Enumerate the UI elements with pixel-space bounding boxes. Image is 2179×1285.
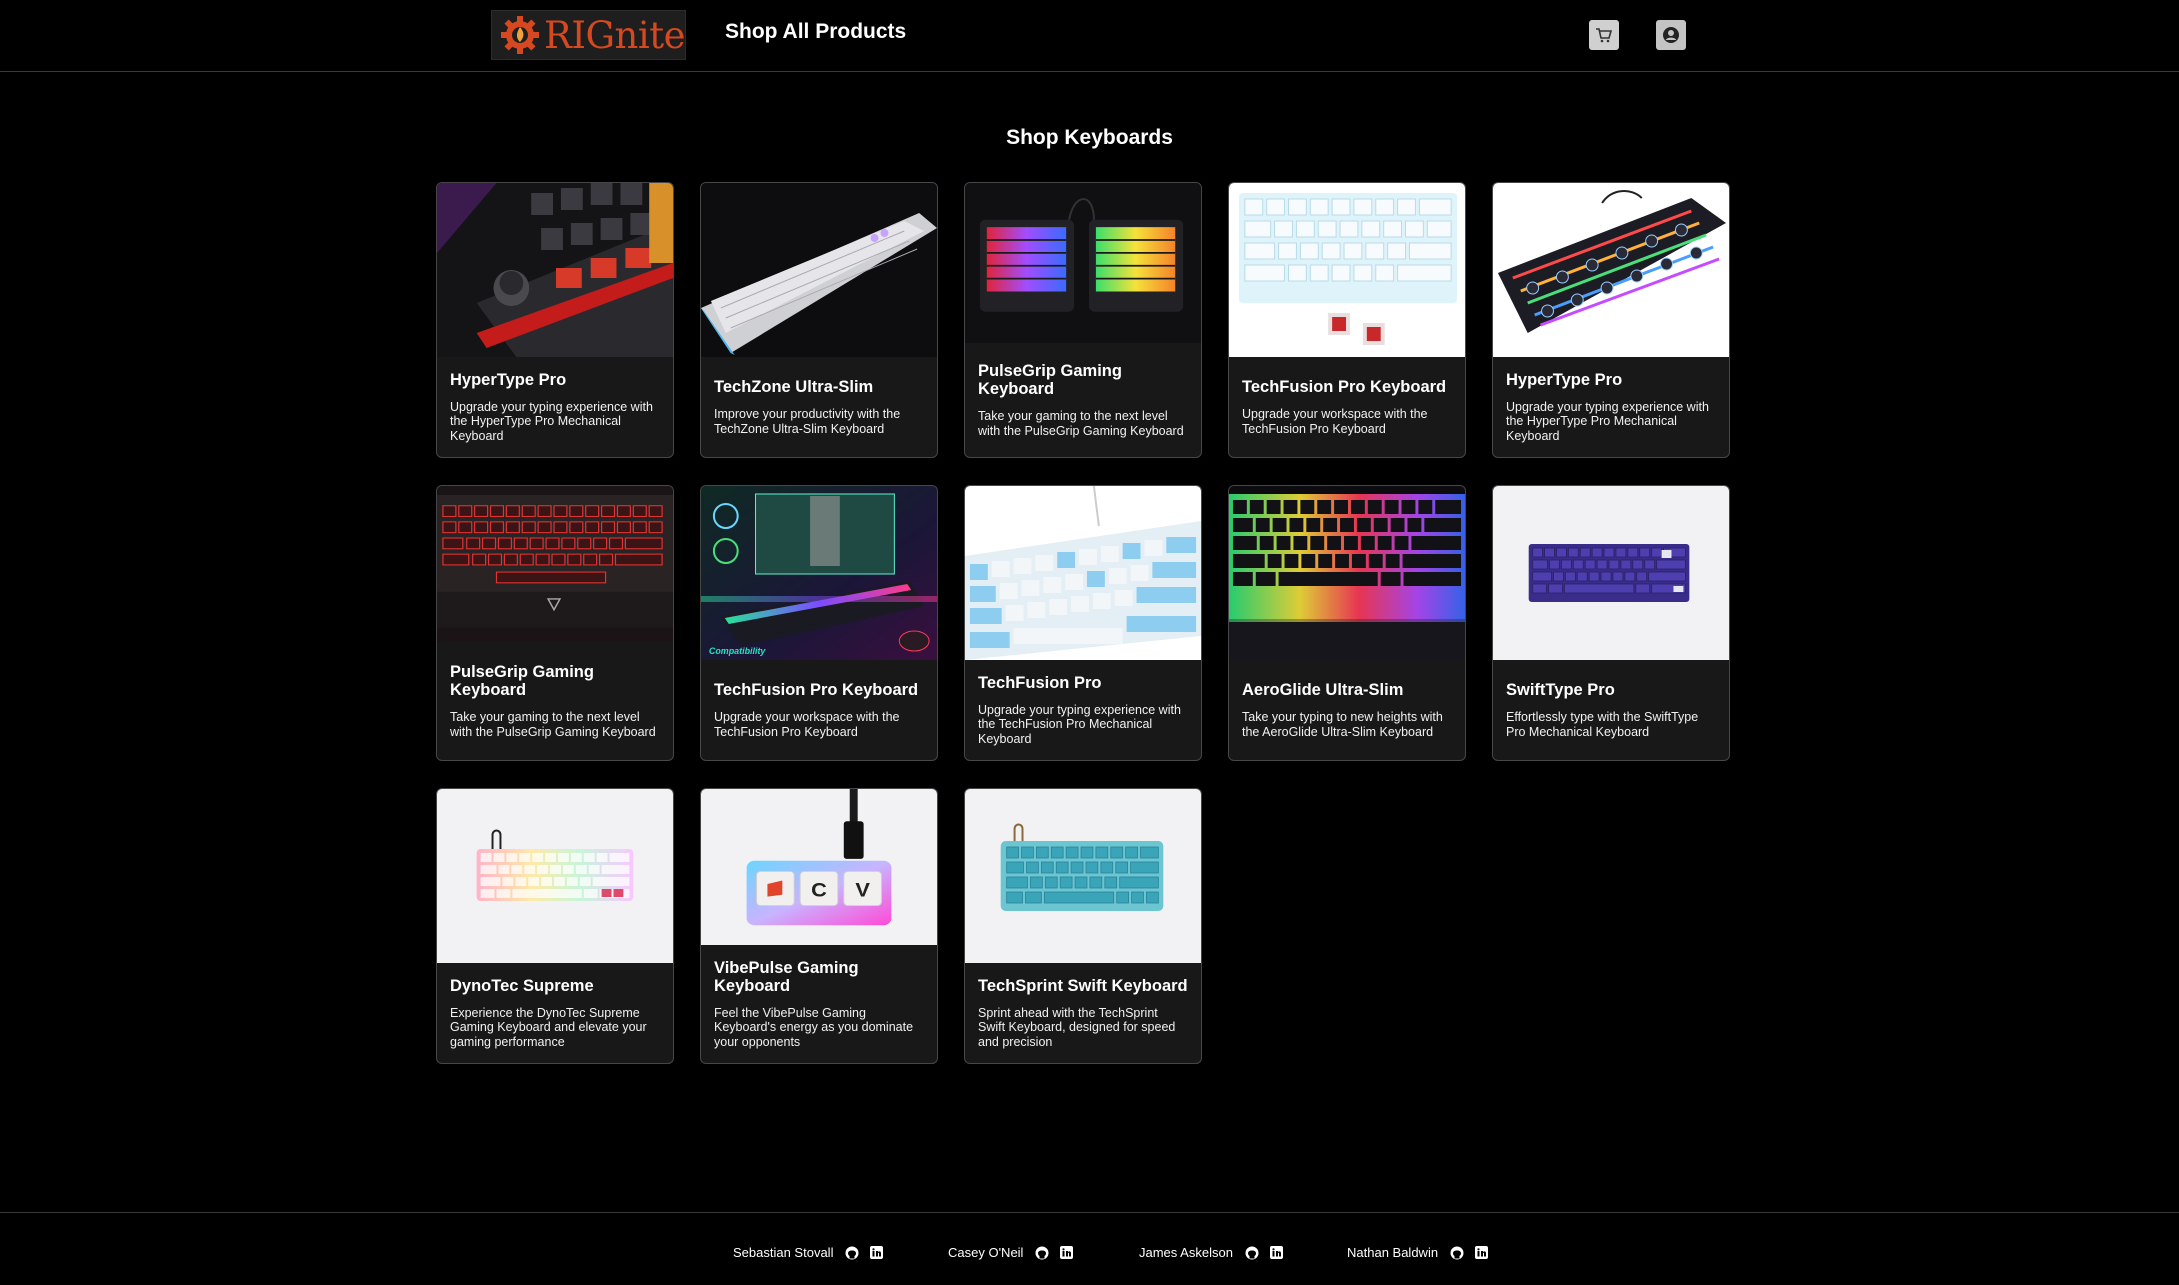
product-image: C V — [701, 789, 937, 945]
footer-author: James Askelson — [1139, 1245, 1295, 1260]
github-icon[interactable] — [1450, 1246, 1464, 1260]
cart-button[interactable] — [1589, 20, 1619, 50]
footer-author: Casey O'Neil — [948, 1245, 1085, 1260]
page: RIGnite Shop All Products Shop Keyboards — [0, 0, 2179, 1285]
shop-all-products-link[interactable]: Shop All Products — [725, 20, 906, 44]
card-body: DynoTec Supreme Experience the DynoTec S… — [437, 963, 673, 1063]
product-title: AeroGlide Ultra-Slim — [1242, 681, 1404, 699]
site-logo[interactable]: RIGnite — [491, 10, 686, 60]
product-description: Take your typing to new heights with the… — [1242, 710, 1443, 739]
github-icon[interactable] — [1245, 1246, 1259, 1260]
product-card[interactable]: TechSprint Swift Keyboard Sprint ahead w… — [964, 788, 1202, 1064]
product-title: PulseGrip Gaming Keyboard — [450, 663, 594, 699]
product-card[interactable]: Compatibility TechFusion Pro Keyboard Up… — [700, 485, 938, 761]
author-name: Nathan Baldwin — [1347, 1245, 1439, 1260]
card-body: PulseGrip Gaming Keyboard Take your gami… — [437, 642, 673, 760]
product-card[interactable]: TechFusion Pro Upgrade your typing exper… — [964, 485, 1202, 761]
product-card[interactable]: AeroGlide Ultra-Slim Take your typing to… — [1228, 485, 1466, 761]
product-image — [701, 183, 937, 357]
product-description: Improve your productivity with the TechZ… — [714, 407, 901, 436]
card-body: TechFusion Pro Keyboard Upgrade your wor… — [1229, 357, 1465, 457]
gear-flame-icon — [501, 16, 539, 54]
product-card[interactable]: HyperType Pro Upgrade your typing experi… — [436, 182, 674, 458]
product-description: Upgrade your workspace with the TechFusi… — [1242, 407, 1428, 436]
product-image — [437, 789, 673, 963]
site-footer: Sebastian Stovall Casey O'Neil James Ask… — [0, 1212, 2179, 1285]
product-description: Upgrade your typing experience with the … — [978, 702, 1181, 746]
svg-text:C: C — [811, 880, 827, 902]
cart-icon — [1596, 28, 1613, 43]
account-button[interactable] — [1656, 20, 1686, 50]
product-description: Take your gaming to the next level with … — [978, 409, 1184, 438]
product-image — [965, 183, 1201, 343]
linkedin-icon[interactable] — [1269, 1245, 1284, 1260]
product-title: TechSprint Swift Keyboard — [978, 976, 1188, 995]
product-title: TechFusion Pro Keyboard — [714, 681, 919, 699]
product-card[interactable]: TechZone Ultra-Slim Improve your product… — [700, 182, 938, 458]
product-card[interactable]: SwiftType Pro Effortlessly type with the… — [1492, 485, 1730, 761]
linkedin-icon[interactable] — [870, 1245, 884, 1260]
github-icon[interactable] — [845, 1246, 859, 1260]
author-name: Sebastian Stovall — [733, 1245, 834, 1260]
linkedin-icon[interactable] — [1060, 1245, 1074, 1260]
author-name: James Askelson — [1139, 1245, 1233, 1260]
section-title: Shop Keyboards — [1006, 126, 1173, 149]
product-description: Effortlessly type with the SwiftType Pro… — [1506, 710, 1699, 739]
linkedin-icon[interactable] — [1475, 1245, 1489, 1260]
product-title: TechFusion Pro — [978, 673, 1102, 692]
product-title: PulseGrip Gaming Keyboard — [978, 362, 1122, 398]
product-title: SwiftType Pro — [1506, 681, 1615, 699]
product-title: HyperType Pro — [450, 370, 567, 389]
product-title: DynoTec Supreme — [450, 976, 594, 995]
author-name: Casey O'Neil — [948, 1245, 1024, 1260]
svg-text:V: V — [855, 880, 870, 902]
logo-text: RIGnite — [544, 13, 685, 57]
product-card[interactable]: PulseGrip Gaming Keyboard Take your gami… — [436, 485, 674, 761]
svg-text:Compatibility: Compatibility — [709, 646, 766, 656]
github-icon[interactable] — [1035, 1246, 1049, 1260]
card-body: SwiftType Pro Effortlessly type with the… — [1493, 660, 1729, 760]
product-image: Compatibility — [701, 486, 937, 660]
product-description: Upgrade your typing experience with the … — [450, 399, 653, 443]
card-body: HyperType Pro Upgrade your typing experi… — [1493, 357, 1729, 457]
product-description: Upgrade your workspace with the TechFusi… — [714, 710, 900, 739]
user-circle-icon — [1663, 27, 1679, 43]
product-title: TechZone Ultra-Slim — [714, 378, 874, 396]
product-title: VibePulse Gaming Keyboard — [714, 958, 859, 995]
product-card[interactable]: HyperType Pro Upgrade your typing experi… — [1492, 182, 1730, 458]
product-title: TechFusion Pro Keyboard — [1242, 378, 1447, 396]
product-title: HyperType Pro — [1506, 370, 1623, 389]
product-image — [1493, 486, 1729, 660]
product-image — [965, 789, 1201, 963]
product-description: Take your gaming to the next level with … — [450, 710, 656, 739]
product-card[interactable]: TechFusion Pro Keyboard Upgrade your wor… — [1228, 182, 1466, 458]
product-image — [437, 183, 673, 357]
product-image — [965, 486, 1201, 660]
card-body: TechSprint Swift Keyboard Sprint ahead w… — [965, 963, 1201, 1063]
card-body: TechFusion Pro Upgrade your typing exper… — [965, 660, 1201, 760]
product-grid: HyperType Pro Upgrade your typing experi… — [436, 182, 1730, 1064]
product-description: Feel the VibePulse Gaming Keyboard's ene… — [714, 1005, 914, 1049]
product-image — [1493, 183, 1729, 357]
card-body: PulseGrip Gaming Keyboard Take your gami… — [965, 343, 1201, 457]
site-header: RIGnite Shop All Products — [0, 0, 2179, 72]
product-image — [1229, 183, 1465, 357]
product-card[interactable]: PulseGrip Gaming Keyboard Take your gami… — [964, 182, 1202, 458]
card-body: VibePulse Gaming Keyboard Feel the VibeP… — [701, 945, 937, 1063]
product-card[interactable]: C V VibePulse Gaming Keyboard Feel the V… — [700, 788, 938, 1064]
card-body: TechZone Ultra-Slim Improve your product… — [701, 357, 937, 457]
product-description: Experience the DynoTec Supreme Gaming Ke… — [450, 1005, 647, 1049]
product-image — [1229, 486, 1465, 660]
product-card[interactable]: DynoTec Supreme Experience the DynoTec S… — [436, 788, 674, 1064]
card-body: AeroGlide Ultra-Slim Take your typing to… — [1229, 660, 1465, 760]
footer-author: Nathan Baldwin — [1347, 1245, 1500, 1260]
product-description: Sprint ahead with the TechSprint Swift K… — [978, 1005, 1176, 1049]
card-body: TechFusion Pro Keyboard Upgrade your wor… — [701, 660, 937, 760]
footer-author: Sebastian Stovall — [733, 1245, 895, 1260]
card-body: HyperType Pro Upgrade your typing experi… — [437, 357, 673, 457]
product-description: Upgrade your typing experience with the … — [1506, 399, 1709, 443]
product-image — [437, 486, 673, 642]
